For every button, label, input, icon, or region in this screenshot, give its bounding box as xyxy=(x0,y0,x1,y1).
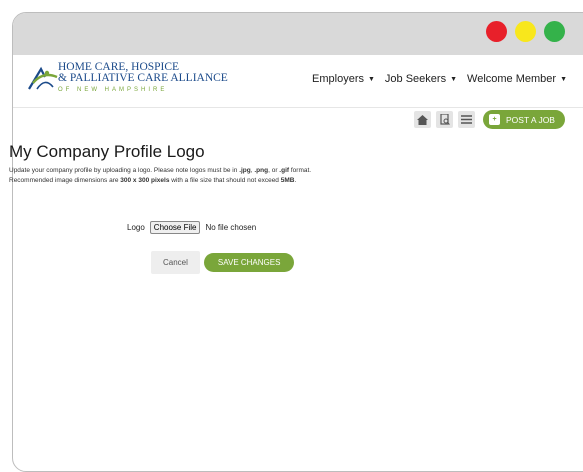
choose-file-button[interactable]: Choose File xyxy=(149,221,201,234)
post-job-icon: + xyxy=(489,114,500,125)
desc-text: . xyxy=(294,177,297,184)
brand-line-2: & PALLIATIVE CARE ALLIANCE xyxy=(58,72,228,84)
maximize-window-button[interactable] xyxy=(544,21,565,42)
desc-dimensions: 300 x 300 pixels xyxy=(120,177,170,184)
logo-label: Logo xyxy=(127,223,145,232)
brand-name: HOME CARE, HOSPICE & PALLIATIVE CARE ALL… xyxy=(58,61,228,96)
caret-down-icon: ▼ xyxy=(367,75,375,83)
form-actions: Cancel SAVE CHANGES xyxy=(151,251,295,274)
menu-welcome-member-label: Welcome Member xyxy=(467,73,557,85)
desc-text: format. xyxy=(289,167,312,174)
desc-max-size: 5MB xyxy=(280,177,295,184)
site-header: HOME CARE, HOSPICE & PALLIATIVE CARE ALL… xyxy=(13,55,583,108)
close-window-button[interactable] xyxy=(486,21,507,42)
brand-line-3: OF NEW HAMPSHIRE xyxy=(58,87,168,93)
description-line-2: Recommended image dimensions are 300 x 3… xyxy=(9,176,311,186)
desc-text: Recommended image dimensions are xyxy=(9,177,121,184)
post-a-job-label: POST A JOB xyxy=(506,114,555,125)
desc-text: Update your company profile by uploading… xyxy=(9,167,240,174)
home-icon[interactable] xyxy=(414,111,431,128)
page-description: Update your company profile by uploading… xyxy=(9,166,311,186)
cancel-button[interactable]: Cancel xyxy=(151,251,200,274)
search-document-icon[interactable] xyxy=(436,111,453,128)
caret-down-icon: ▼ xyxy=(450,75,458,83)
caret-down-icon: ▼ xyxy=(560,75,567,83)
menu-job-seekers[interactable]: Job Seekers ▼ xyxy=(385,73,457,85)
menu-welcome-member[interactable]: Welcome Member ▼ xyxy=(467,73,567,85)
minimize-window-button[interactable] xyxy=(515,21,536,42)
title-bar xyxy=(13,13,583,55)
save-changes-button[interactable]: SAVE CHANGES xyxy=(203,253,295,272)
desc-format-png: .png xyxy=(254,167,269,174)
action-toolbar: + POST A JOB xyxy=(414,110,565,129)
list-icon[interactable] xyxy=(458,111,475,128)
logo-upload-row: Logo Choose File No file chosen xyxy=(127,221,256,234)
menu-job-seekers-label: Job Seekers xyxy=(384,73,447,85)
desc-format-jpg: .jpg xyxy=(239,167,251,174)
description-line-1: Update your company profile by uploading… xyxy=(9,166,311,176)
page-title: My Company Profile Logo xyxy=(9,142,205,161)
browser-window: HOME CARE, HOSPICE & PALLIATIVE CARE ALL… xyxy=(12,12,583,472)
desc-format-gif: .gif xyxy=(279,167,290,174)
post-a-job-button[interactable]: + POST A JOB xyxy=(483,110,565,129)
file-status-text: No file chosen xyxy=(205,223,257,232)
menu-employers[interactable]: Employers ▼ xyxy=(312,73,375,85)
menu-employers-label: Employers xyxy=(312,73,364,85)
alliance-logo-icon xyxy=(28,66,58,90)
desc-text: , or xyxy=(268,167,280,174)
desc-text: with a file size that should not exceed xyxy=(169,177,281,184)
main-menu: Employers ▼ Job Seekers ▼ Welcome Member… xyxy=(312,73,567,85)
brand-logo[interactable]: HOME CARE, HOSPICE & PALLIATIVE CARE ALL… xyxy=(27,61,228,101)
